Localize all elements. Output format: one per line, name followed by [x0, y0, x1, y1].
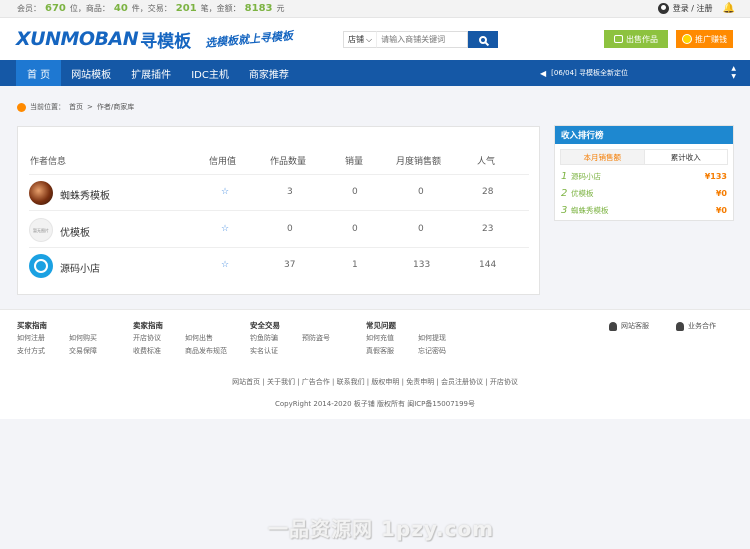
- footer: 买家指南 如何注册 如何购买 支付方式 交易保障 卖家指南 开店协议 如何出售 …: [0, 309, 750, 419]
- footer-seller-guide: 卖家指南 开店协议 如何出售 收费标准 商品发布规范: [133, 321, 227, 356]
- ticker-arrows[interactable]: ▲ ▼: [731, 65, 736, 81]
- avatar: [29, 254, 53, 278]
- footer-link[interactable]: 如何注册: [17, 333, 45, 343]
- nav-plugins[interactable]: 扩展插件: [121, 60, 181, 86]
- cart-icon: [614, 35, 623, 43]
- watermark: 一品资源网 1pzy.com: [268, 517, 495, 541]
- footer-link[interactable]: 商品发布规范: [185, 346, 227, 356]
- list-item[interactable]: 1 源码小店 ¥133: [561, 168, 727, 185]
- main-nav: 首 页 网站模板 扩展插件 IDC主机 商家推荐 ◀ [06/04] 寻模板全新…: [0, 60, 750, 86]
- footer-link[interactable]: 真假客服: [366, 346, 394, 356]
- footer-link[interactable]: 如何充值: [366, 333, 394, 343]
- shop-name[interactable]: 蜘蛛秀模板: [60, 187, 110, 202]
- author-table: 作者信息 信用值 作品数量 销量 月度销售额 人气 蜘蛛秀模板 ☆ 3 0 0 …: [17, 126, 540, 295]
- search-icon: [479, 35, 488, 44]
- coin-icon: [682, 34, 692, 44]
- footer-link[interactable]: 预防盗号: [302, 333, 330, 343]
- business-cooperation-link[interactable]: 业务合作: [676, 321, 716, 331]
- arrow-up-icon[interactable]: ▲: [731, 65, 736, 73]
- shop-name[interactable]: 源码小店: [60, 260, 100, 275]
- footer-link[interactable]: 忘记密码: [418, 346, 446, 356]
- footer-link[interactable]: 如何提现: [418, 333, 446, 343]
- bell-icon[interactable]: 🔔: [723, 3, 735, 14]
- user-links: 登录 / 注册 🔔: [657, 3, 735, 14]
- income-ranking: 收入排行榜 本月销售额 累计收入 1 源码小店 ¥133 2 优模板 ¥0 3 …: [554, 125, 734, 221]
- list-item[interactable]: 3 蜘蛛秀模板 ¥0: [561, 202, 727, 219]
- top-stats-bar: 会员： 670 位，商品： 40 件，交易： 201 笔，金额： 8183 元 登录 / 注册 …: [0, 0, 750, 18]
- location-icon: [17, 102, 26, 112]
- breadcrumb-current: 作者/商家库: [96, 103, 135, 111]
- credit-star-icon: ☆: [221, 224, 230, 234]
- search-type-select[interactable]: 店铺 ⌵: [343, 31, 377, 48]
- user-icon: [657, 3, 669, 14]
- breadcrumb: 当前位置： 首页 > 作者/商家库: [17, 102, 134, 112]
- qq-icon: [676, 321, 684, 331]
- table-header: 作者信息 信用值 作品数量 销量 月度销售额 人气: [18, 154, 539, 168]
- footer-link[interactable]: 交易保障: [69, 346, 97, 356]
- avatar: [29, 181, 53, 205]
- col-monthly: 月度销售额: [396, 157, 442, 167]
- tab-total-income[interactable]: 累计收入: [645, 150, 728, 164]
- search-button[interactable]: [468, 31, 499, 48]
- slogan: 选模板就上寻模板: [204, 29, 294, 50]
- online-service-link[interactable]: 网站客服: [609, 321, 649, 331]
- header: XUNMOBAN 寻模板 选模板就上寻模板 店铺 ⌵ 出售作品 推广赚钱: [0, 18, 750, 60]
- col-author: 作者信息: [30, 157, 67, 167]
- footer-safe-trade: 安全交易 钓鱼防骗 预防盗号 实名认证: [250, 321, 330, 356]
- col-popularity: 人气: [477, 157, 496, 167]
- site-stats: 会员： 670 位，商品： 40 件，交易： 201 笔，金额： 8183 元: [17, 3, 285, 14]
- sell-works-button[interactable]: 出售作品: [604, 30, 668, 48]
- amount-total: 8183: [244, 3, 273, 14]
- nav-templates[interactable]: 网站模板: [61, 60, 121, 86]
- footer-buyer-guide: 买家指南 如何注册 如何购买 支付方式 交易保障: [17, 321, 97, 356]
- ranking-title: 收入排行榜: [555, 126, 733, 144]
- site-logo[interactable]: XUNMOBAN 寻模板: [16, 27, 191, 52]
- search-box: 店铺 ⌵: [343, 31, 499, 48]
- search-input[interactable]: [376, 31, 469, 48]
- login-register-link[interactable]: 登录 / 注册: [673, 3, 713, 14]
- members-count: 670: [45, 3, 66, 14]
- ranking-list: 1 源码小店 ¥133 2 优模板 ¥0 3 蜘蛛秀模板 ¥0: [555, 165, 733, 222]
- footer-link[interactable]: 如何出售: [185, 333, 213, 343]
- col-works: 作品数量: [270, 157, 307, 167]
- nav-merchants[interactable]: 商家推荐: [239, 60, 299, 86]
- qq-icon: [609, 321, 617, 331]
- footer-link[interactable]: 实名认证: [250, 346, 278, 356]
- copyright: CopyRight 2014-2020 板子铺 版权所有 闽ICP备150071…: [274, 400, 476, 408]
- trades-count: 201: [175, 3, 197, 14]
- ranking-tabs: 本月销售额 累计收入: [560, 149, 728, 165]
- speaker-icon: ◀: [540, 68, 547, 78]
- tab-monthly-sales[interactable]: 本月销售额: [561, 150, 645, 164]
- footer-link[interactable]: 如何购买: [69, 333, 97, 343]
- footer-faq: 常见问题 如何充值 如何提现 真假客服 忘记密码: [366, 321, 446, 356]
- nav-home[interactable]: 首 页: [16, 60, 62, 86]
- products-count: 40: [113, 3, 128, 14]
- breadcrumb-home[interactable]: 首页: [69, 102, 83, 112]
- shop-name[interactable]: 优模板: [60, 224, 90, 239]
- footer-link[interactable]: 钓鱼防骗: [250, 333, 278, 343]
- table-row[interactable]: 暂无图片 优模板 ☆ 0 0 0 23: [29, 212, 529, 248]
- notice-ticker[interactable]: ◀ [06/04] 寻模板全新定位: [540, 60, 628, 86]
- footer-link[interactable]: 开店协议: [133, 333, 161, 343]
- footer-link[interactable]: 支付方式: [17, 346, 45, 356]
- col-sales: 销量: [345, 157, 364, 167]
- table-row[interactable]: 蜘蛛秀模板 ☆ 3 0 0 28: [29, 175, 529, 211]
- chevron-down-icon: ⌵: [366, 34, 373, 44]
- arrow-down-icon[interactable]: ▼: [731, 73, 736, 81]
- credit-star-icon: ☆: [221, 260, 230, 270]
- avatar: 暂无图片: [29, 218, 53, 242]
- credit-star-icon: ☆: [221, 187, 230, 197]
- list-item[interactable]: 2 优模板 ¥0: [561, 185, 727, 202]
- promote-earn-button[interactable]: 推广赚钱: [676, 30, 733, 48]
- col-credit: 信用值: [209, 157, 237, 167]
- table-row[interactable]: 源码小店 ☆ 37 1 133 144: [29, 248, 529, 284]
- footer-link[interactable]: 收费标准: [133, 346, 161, 356]
- nav-idc[interactable]: IDC主机: [181, 60, 239, 86]
- footer-links[interactable]: 网站首页 | 关于我们 | 广告合作 | 联系我们 | 版权申明 | 免责申明 …: [0, 377, 750, 387]
